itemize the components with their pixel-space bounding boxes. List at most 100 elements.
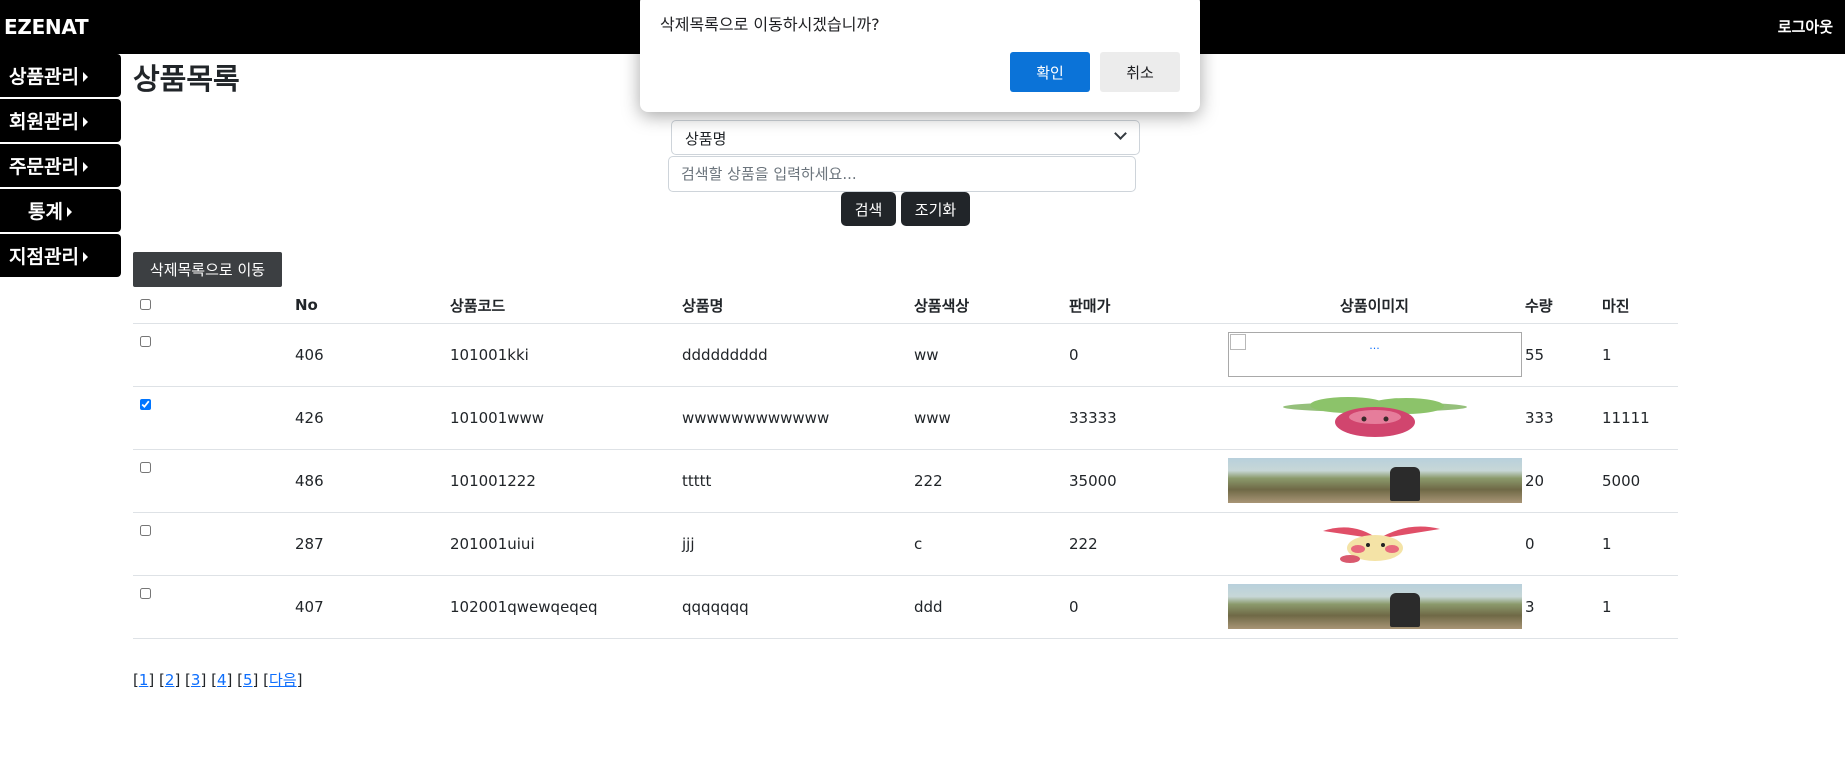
sidebar-item-label: 상품관리 — [9, 66, 79, 88]
page-link-next[interactable]: 다음 — [269, 671, 297, 689]
page-link-1[interactable]: 1 — [139, 671, 149, 689]
cell-price: 0 — [1069, 575, 1224, 639]
column-header-qty: 수량 — [1525, 288, 1602, 324]
cell-margin: 1 — [1602, 575, 1678, 639]
cell-code: 101001kki — [450, 323, 682, 387]
cell-no: 287 — [295, 512, 450, 576]
column-header-code: 상품코드 — [450, 288, 682, 324]
table-row[interactable]: 287 201001uiui jjj c 222 0 1 — [133, 512, 1678, 576]
select-all-checkbox[interactable] — [140, 299, 151, 311]
move-to-trash-button[interactable]: 삭제목록으로 이동 — [133, 252, 282, 287]
sidebar-item-order[interactable]: 주문관리 — [0, 144, 121, 187]
logout-link[interactable]: 로그아웃 — [1778, 16, 1833, 37]
photo-figure — [1389, 593, 1420, 627]
sidebar-item-label: 회원관리 — [9, 111, 79, 133]
cell-code: 201001uiui — [450, 512, 682, 576]
cell-price: 35000 — [1069, 449, 1224, 513]
sidebar-item-branch[interactable]: 지점관리 — [0, 234, 121, 277]
search-type-select[interactable]: 상품명 — [671, 120, 1140, 155]
row-checkbox[interactable] — [140, 587, 151, 599]
cell-no: 426 — [295, 386, 450, 450]
cell-price: 222 — [1069, 512, 1224, 576]
dialog-message: 삭제목록으로 이동하시겠습니까? — [660, 15, 880, 34]
column-header-price: 판매가 — [1069, 288, 1224, 324]
sidebar-item-label: 지점관리 — [9, 246, 79, 268]
table-header-row: No 상품코드 상품명 상품색상 판매가 상품이미지 수량 마진 — [133, 288, 1678, 324]
sidebar-item-stats[interactable]: 통계 — [0, 189, 121, 232]
column-header-image: 상품이미지 — [1224, 288, 1525, 324]
row-checkbox[interactable] — [140, 461, 151, 473]
sidebar-item-label: 통계 — [28, 201, 63, 223]
cell-color: www — [914, 386, 1069, 450]
table-row[interactable]: 486 101001222 ttttt 222 35000 20 5000 — [133, 449, 1678, 513]
cell-margin: 1 — [1602, 323, 1678, 387]
caret-right-icon — [82, 72, 88, 82]
confirm-dialog: 삭제목록으로 이동하시겠습니까? 확인 취소 — [640, 0, 1200, 112]
cell-color: ww — [914, 323, 1069, 387]
brand-logo[interactable]: EZENAT — [4, 15, 89, 39]
cell-code: 101001www — [450, 386, 682, 450]
dialog-cancel-button[interactable]: 취소 — [1100, 52, 1180, 92]
page-link-4[interactable]: 4 — [217, 671, 227, 689]
cell-price: 0 — [1069, 323, 1224, 387]
cell-no: 486 — [295, 449, 450, 513]
product-image-pink-pokemon[interactable] — [1228, 395, 1522, 440]
row-checkbox[interactable] — [140, 524, 151, 536]
table-row[interactable]: 426 101001www wwwwwwwwwwww www 33333 333… — [133, 386, 1678, 450]
page-title: 상품목록 — [133, 62, 240, 96]
cell-qty: 333 — [1525, 386, 1602, 450]
cell-price: 33333 — [1069, 386, 1224, 450]
table-row[interactable]: 406 101001kki ddddddddd ww 0 ... 55 1 — [133, 323, 1678, 387]
table-row[interactable]: 407 102001qwewqeqeq qqqqqqq ddd 0 3 1 — [133, 575, 1678, 639]
sidebar: 상품관리 회원관리 주문관리 통계 지점관리 — [0, 54, 121, 279]
product-image-photo[interactable] — [1227, 584, 1522, 629]
sidebar-item-member[interactable]: 회원관리 — [0, 99, 121, 142]
image-alt-text: ... — [1369, 339, 1380, 352]
search-input[interactable] — [668, 156, 1136, 192]
column-header-color: 상품색상 — [914, 288, 1069, 324]
cell-qty: 0 — [1525, 512, 1602, 576]
page-link-5[interactable]: 5 — [243, 671, 253, 689]
cell-margin: 11111 — [1602, 386, 1678, 450]
cell-name: ddddddddd — [682, 323, 914, 387]
page-link-3[interactable]: 3 — [191, 671, 201, 689]
column-header-no: No — [295, 288, 450, 324]
cell-color: 222 — [914, 449, 1069, 513]
cell-qty: 55 — [1525, 323, 1602, 387]
cell-qty: 20 — [1525, 449, 1602, 513]
cell-name: qqqqqqq — [682, 575, 914, 639]
product-image-broken[interactable]: ... — [1227, 332, 1522, 377]
dialog-ok-button[interactable]: 확인 — [1010, 52, 1090, 92]
search-button[interactable]: 검색 — [841, 192, 896, 226]
product-image-photo[interactable] — [1227, 458, 1522, 503]
chevron-down-icon — [1114, 127, 1127, 140]
page-link-2[interactable]: 2 — [165, 671, 175, 689]
cell-color: ddd — [914, 575, 1069, 639]
cell-name: jjj — [682, 512, 914, 576]
cell-name: wwwwwwwwwwww — [682, 386, 914, 450]
cell-code: 101001222 — [450, 449, 682, 513]
product-image-pink-yellow-pokemon[interactable] — [1228, 521, 1522, 566]
cell-margin: 1 — [1602, 512, 1678, 576]
row-checkbox[interactable] — [140, 398, 151, 410]
row-checkbox[interactable] — [140, 335, 151, 347]
caret-right-icon — [66, 207, 72, 217]
column-header-name: 상품명 — [682, 288, 914, 324]
cell-color: c — [914, 512, 1069, 576]
product-table: No 상품코드 상품명 상품색상 판매가 상품이미지 수량 마진 406 101… — [133, 288, 1678, 639]
cell-name: ttttt — [682, 449, 914, 513]
cell-no: 406 — [295, 323, 450, 387]
column-header-margin: 마진 — [1602, 288, 1678, 324]
sidebar-item-product[interactable]: 상품관리 — [0, 54, 121, 97]
pagination: [1] [2] [3] [4] [5] [다음] — [133, 671, 303, 689]
cell-margin: 5000 — [1602, 449, 1678, 513]
search-type-value: 상품명 — [685, 130, 727, 148]
photo-figure — [1389, 467, 1420, 501]
caret-right-icon — [82, 252, 88, 262]
caret-right-icon — [82, 117, 88, 127]
sidebar-item-label: 주문관리 — [9, 156, 79, 178]
cell-no: 407 — [295, 575, 450, 639]
cell-qty: 3 — [1525, 575, 1602, 639]
reset-button[interactable]: 조기화 — [901, 192, 970, 226]
cell-code: 102001qwewqeqeq — [450, 575, 682, 639]
